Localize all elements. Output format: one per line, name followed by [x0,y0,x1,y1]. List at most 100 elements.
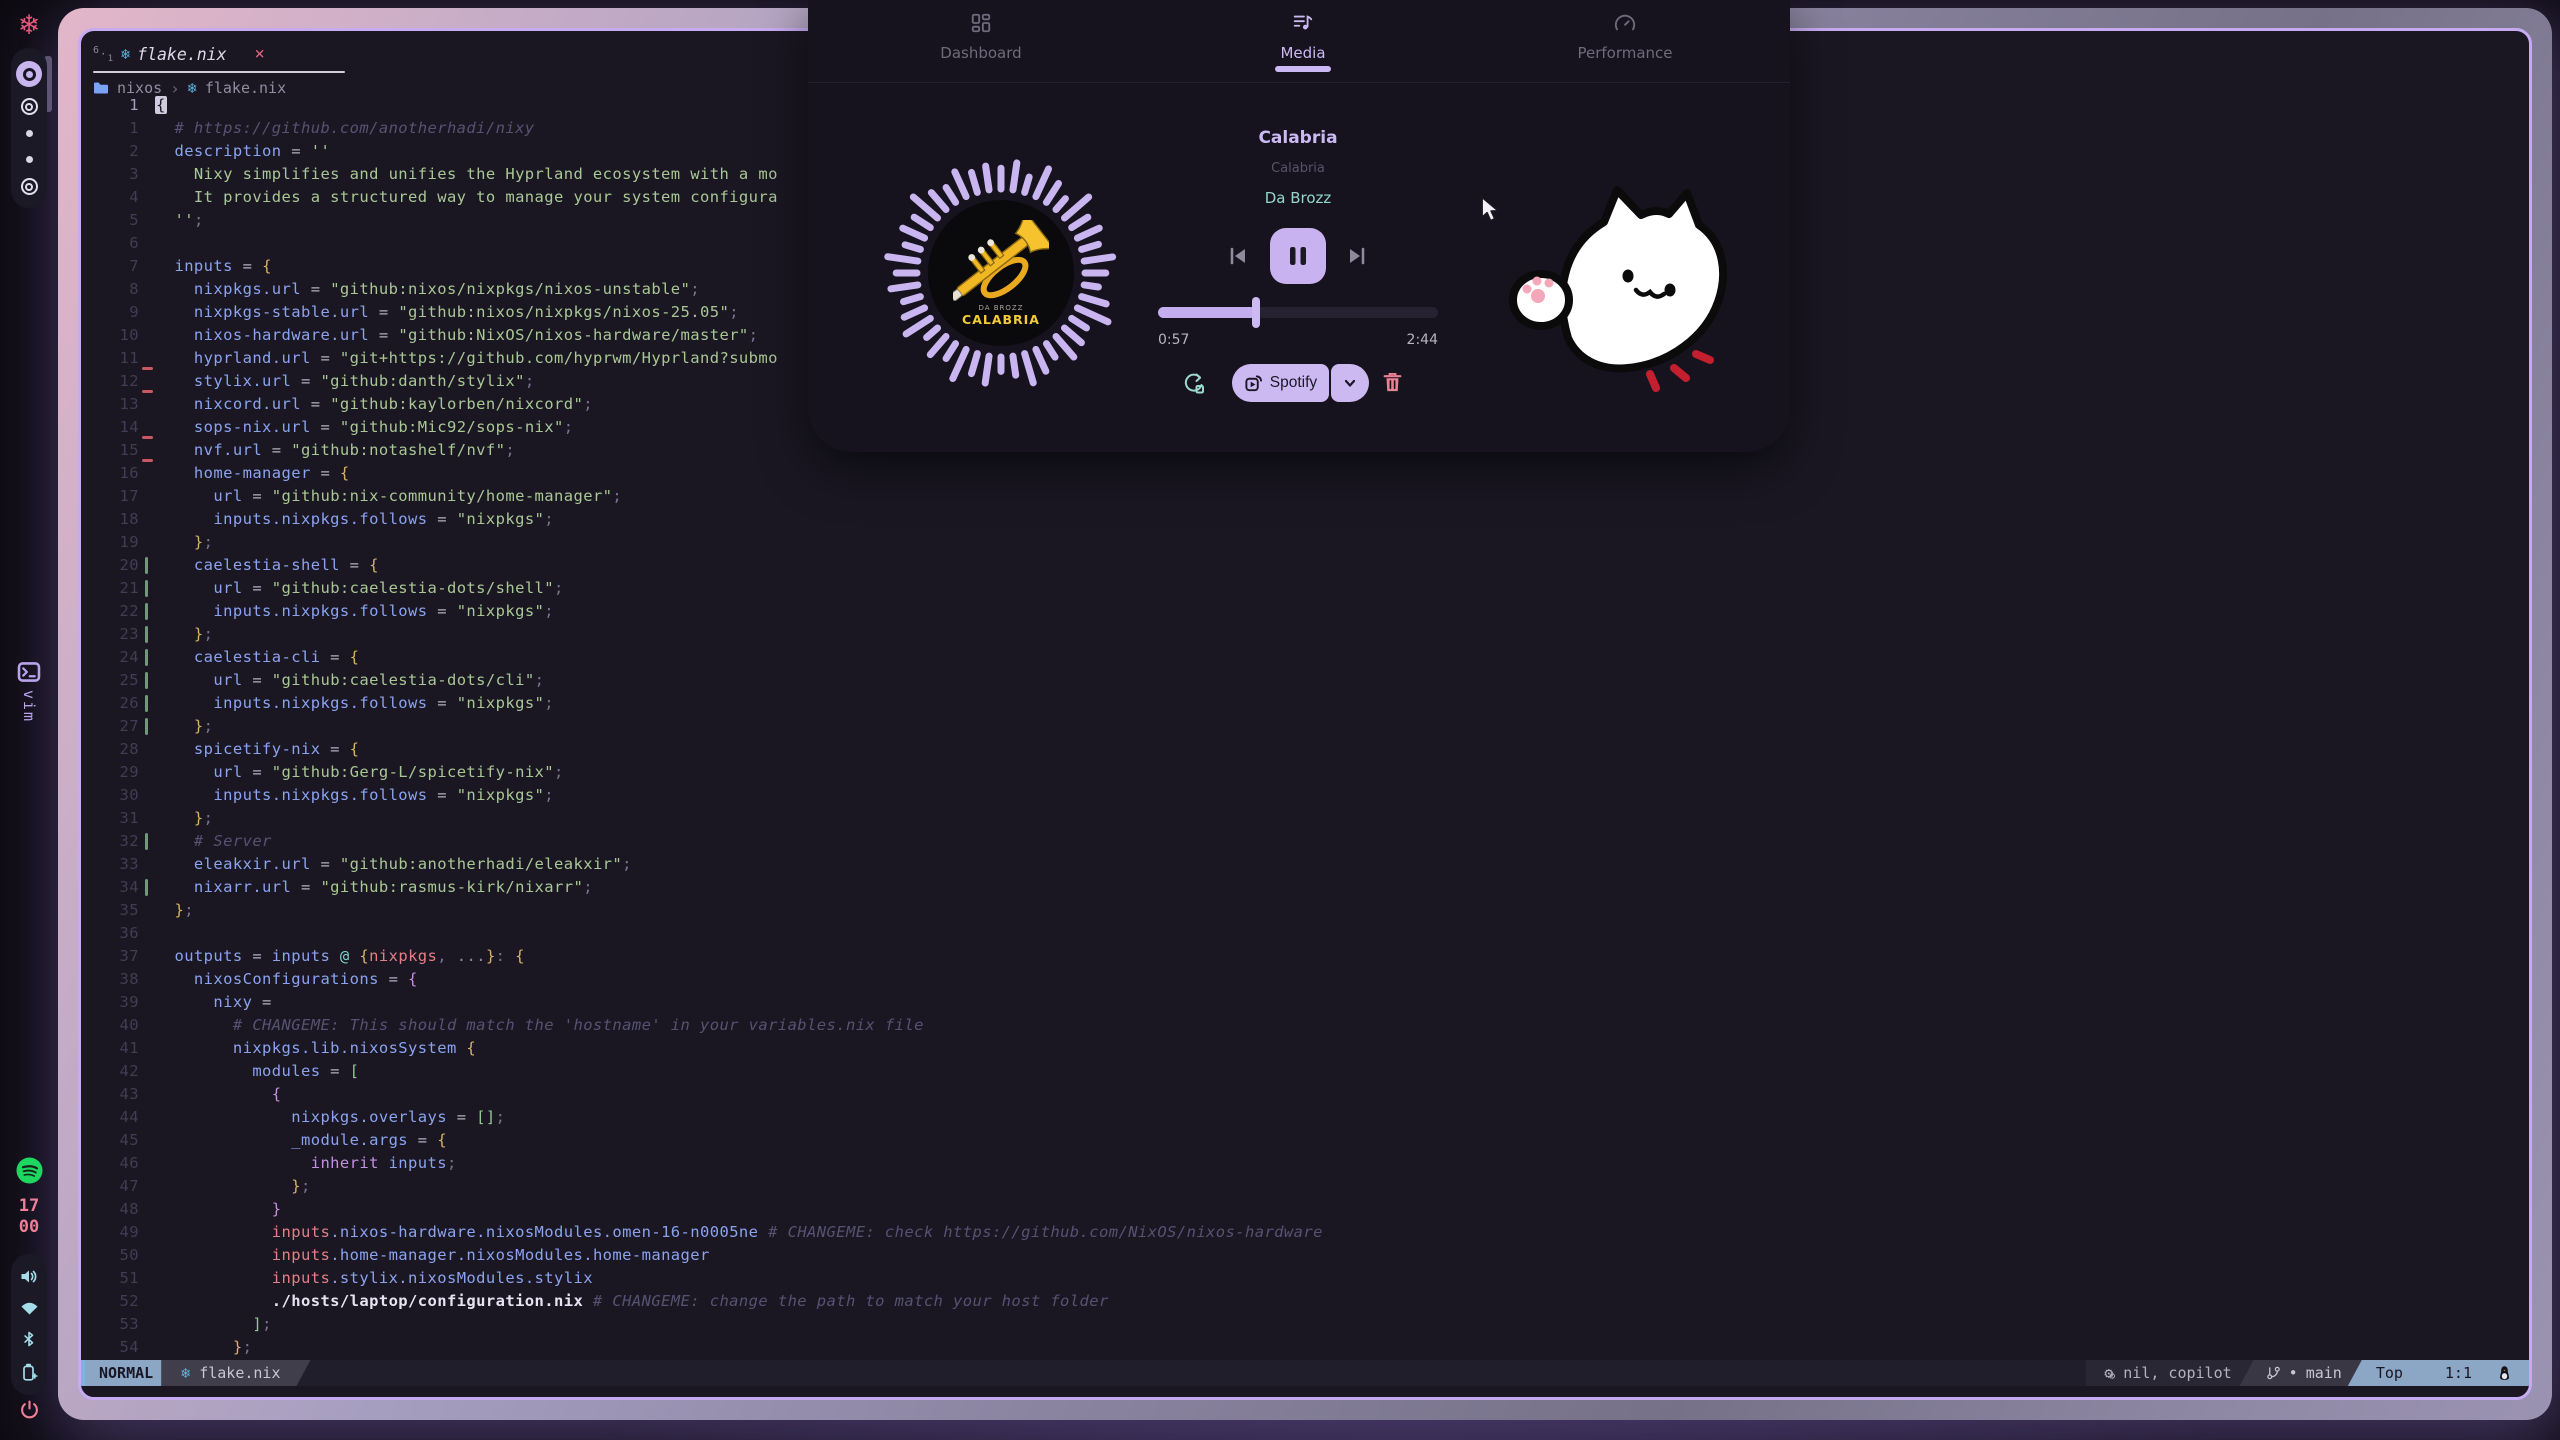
tab-performance[interactable]: Performance [1535,0,1715,62]
line-number: 9 [81,301,139,324]
tab-dashboard[interactable]: Dashboard [891,0,1071,62]
player-dropdown-button[interactable] [1331,364,1369,402]
line-number: 44 [81,1106,139,1129]
git-sign [139,600,155,623]
power-button[interactable] [0,1400,58,1419]
code-line: 40 # CHANGEME: This should match the 'ho… [81,1014,2529,1037]
workspace-3[interactable] [26,130,33,137]
time-row: 0:57 2:44 [1158,332,1438,348]
code-line: 22 inputs.nixpkgs.follows = "nixpkgs"; [81,600,2529,623]
scroll-position: Top [2376,1364,2403,1382]
clock-hour: 17 [19,1196,39,1217]
disc-artist-label: DA BROZZ [978,304,1023,312]
git-sign [139,232,155,255]
nix-file-icon: ❄ [181,1364,190,1382]
workspace-2[interactable] [21,98,38,115]
line-number: 23 [81,623,139,646]
tab-media[interactable]: Media [1213,0,1393,62]
git-sign [139,140,155,163]
git-sign [139,554,155,577]
spotify-icon[interactable] [0,1157,58,1184]
album-art: DA BROZZ CALABRIA [928,200,1074,346]
git-sign [139,508,155,531]
line-number: 31 [81,807,139,830]
active-tab-underline [93,71,345,73]
line-number: 11 [81,347,139,370]
code-line: 26 inputs.nixpkgs.follows = "nixpkgs"; [81,692,2529,715]
remove-player-button[interactable] [1382,372,1403,396]
git-sign [139,807,155,830]
volume-icon[interactable] [20,1268,38,1285]
line-number: 49 [81,1221,139,1244]
line-number: 27 [81,715,139,738]
terminal-icon [17,662,41,682]
git-sign [139,393,155,416]
branch-bullet: • [2289,1364,2298,1382]
track-artist: Da Brozz [1148,189,1448,207]
track-album: Calabria [1148,161,1448,176]
tab-label: Dashboard [891,44,1071,62]
line-number: 36 [81,922,139,945]
line-number: 30 [81,784,139,807]
workspace-1[interactable] [16,61,42,87]
code-line: 24 caelestia-cli = { [81,646,2529,669]
progress-handle[interactable] [1252,297,1260,328]
pause-button[interactable] [1270,228,1326,284]
git-sign [139,278,155,301]
code-line: 44 nixpkgs.overlays = []; [81,1106,2529,1129]
statusbar-file: ❄ flake.nix [161,1360,310,1386]
line-number: 41 [81,1037,139,1060]
trash-icon [1382,372,1403,393]
workspace-4[interactable] [26,156,33,163]
code-line: 21 url = "github:caelestia-dots/shell"; [81,577,2529,600]
code-line: 41 nixpkgs.lib.nixosSystem { [81,1037,2529,1060]
code-line: 29 url = "github:Gerg-L/spicetify-nix"; [81,761,2529,784]
line-number: 34 [81,876,139,899]
code-line: 43 { [81,1083,2529,1106]
bluetooth-icon[interactable] [22,1330,36,1348]
wifi-icon[interactable] [20,1300,39,1315]
code-line: 34 nixarr.url = "github:rasmus-kirk/nixa… [81,876,2529,899]
spotify-source-button[interactable]: Spotify [1232,364,1329,402]
git-sign [139,531,155,554]
line-number: 18 [81,508,139,531]
previous-track-button[interactable] [1226,244,1250,271]
git-branch-indicator[interactable]: • main [2240,1360,2362,1386]
workspace-5[interactable] [21,178,38,195]
git-sign [139,991,155,1014]
code-line: 39 nixy = [81,991,2529,1014]
git-sign [139,94,155,117]
spotify-button-label: Spotify [1270,374,1317,392]
code-line: 42 modules = [ [81,1060,2529,1083]
progress-bar[interactable] [1158,307,1438,318]
git-sign [139,669,155,692]
git-sign [139,1037,155,1060]
buffer-tab[interactable]: 6·1 ❄ flake.nix × [93,38,265,70]
chevron-down-icon [1341,374,1359,392]
git-sign [139,1244,155,1267]
git-sign [139,1152,155,1175]
active-tab-indicator [1275,66,1331,72]
battery-icon[interactable] [21,1363,38,1381]
code-line: 46 inherit inputs; [81,1152,2529,1175]
tab-close-icon[interactable]: × [255,44,265,64]
line-number: 51 [81,1267,139,1290]
next-track-button[interactable] [1345,244,1369,271]
gear-icon: ⚙⚙ [2104,1364,2115,1382]
folder-icon [93,81,109,95]
autoplay-toggle-button[interactable] [1182,372,1206,399]
git-sign [139,117,155,140]
code-line: 25 url = "github:caelestia-dots/cli"; [81,669,2529,692]
cursor-position-indicator: Top 1:1 [2348,1360,2529,1386]
tab-label: Media [1213,44,1393,62]
code-line: 20 caelestia-shell = { [81,554,2529,577]
workspace-switcher[interactable] [11,48,47,208]
line-number: 35 [81,899,139,922]
line-number: 19 [81,531,139,554]
mouse-cursor [1480,196,1502,222]
disc-title-label: CALABRIA [962,312,1040,327]
git-sign [139,715,155,738]
git-sign [139,1175,155,1198]
code-line: 54 }; [81,1336,2529,1359]
git-sign [139,209,155,232]
